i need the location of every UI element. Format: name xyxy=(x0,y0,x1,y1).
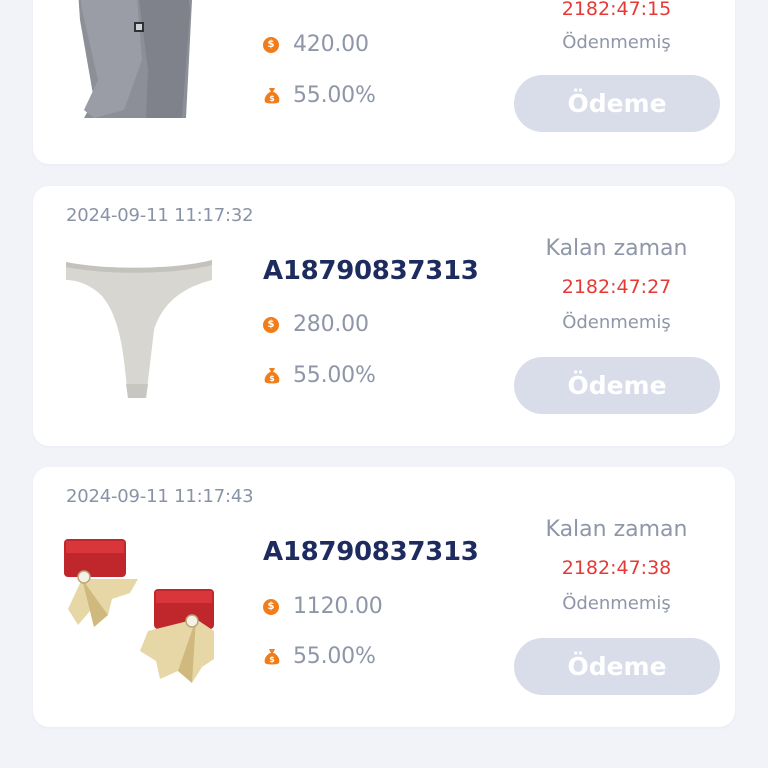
commission-value: 55.00% xyxy=(293,363,376,388)
price-value: 1120.00 xyxy=(293,594,383,619)
price-value: 420.00 xyxy=(293,32,369,57)
commission-row: $ 55.00% xyxy=(263,363,376,388)
payment-status: Ödenmemiş xyxy=(562,593,671,614)
commission-value: 55.00% xyxy=(293,83,376,108)
order-card: 2024-09-11 11:17:32 A18790837313 $ 280.0… xyxy=(33,186,735,446)
order-card: 2024-09-11 11:17:43 A18790837313 $ 1120.… xyxy=(33,467,735,727)
remaining-timer: 2182:47:38 xyxy=(561,557,672,579)
money-bag-icon: $ xyxy=(264,87,280,103)
money-bag-icon: $ xyxy=(264,648,280,664)
price-row: $ 1120.00 xyxy=(263,594,383,619)
pay-button[interactable]: Ödeme xyxy=(514,75,720,132)
order-date: 2024-09-11 11:17:43 xyxy=(66,486,254,507)
dollar-coin-icon: $ xyxy=(263,36,279,53)
payment-status: Ödenmemiş xyxy=(562,312,671,333)
pay-button[interactable]: Ödeme xyxy=(514,357,720,414)
pay-button[interactable]: Ödeme xyxy=(514,638,720,695)
order-id: A18790837313 xyxy=(263,537,479,567)
dollar-coin-icon: $ xyxy=(263,316,279,333)
order-id: A18790837313 xyxy=(263,256,479,286)
commission-row: $ 55.00% xyxy=(263,644,376,669)
remaining-time-label: Kalan zaman xyxy=(545,517,688,542)
product-image-earrings xyxy=(64,539,214,683)
dollar-coin-icon: $ xyxy=(263,598,279,615)
product-image-underwear xyxy=(66,260,212,398)
price-value: 280.00 xyxy=(293,312,369,337)
order-card: A18790837313 $ 420.00 $ 55.00% 2182:47:1… xyxy=(33,0,735,164)
money-bag-icon: $ xyxy=(264,367,280,383)
svg-text:$: $ xyxy=(269,374,275,383)
remaining-time-label: Kalan zaman xyxy=(545,236,688,261)
commission-row: $ 55.00% xyxy=(263,83,376,108)
svg-text:$: $ xyxy=(269,94,275,103)
remaining-timer: 2182:47:27 xyxy=(561,276,672,298)
order-date: 2024-09-11 11:17:32 xyxy=(66,205,254,226)
commission-value: 55.00% xyxy=(293,644,376,669)
price-row: $ 280.00 xyxy=(263,312,369,337)
price-row: $ 420.00 xyxy=(263,32,369,57)
remaining-timer: 2182:47:15 xyxy=(561,0,672,20)
product-image-pants xyxy=(78,0,192,118)
payment-status: Ödenmemiş xyxy=(562,32,671,53)
svg-text:$: $ xyxy=(269,655,275,664)
